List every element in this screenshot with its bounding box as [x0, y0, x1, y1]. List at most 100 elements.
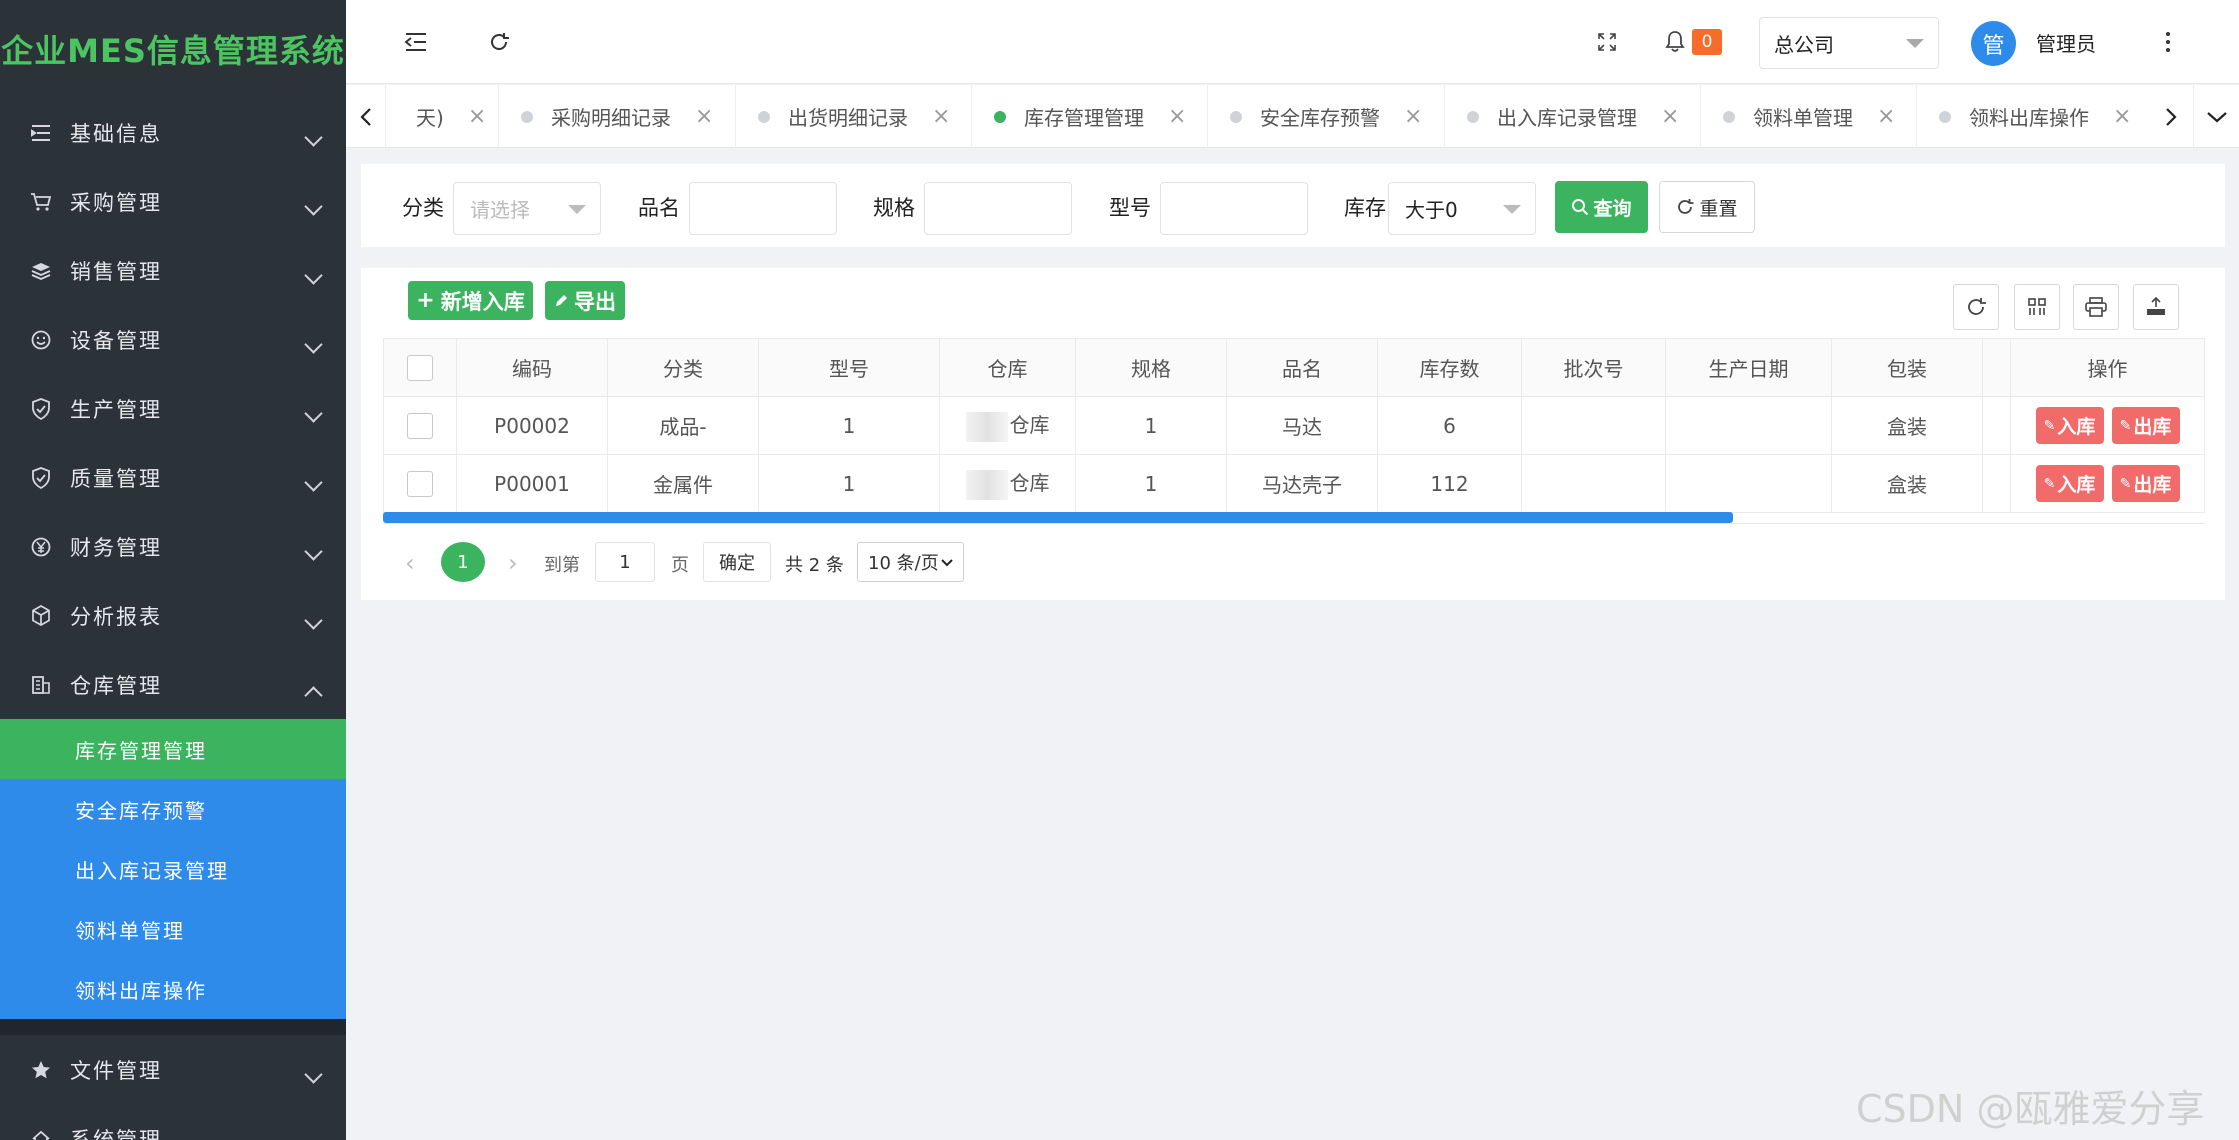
- tab-purchase-detail[interactable]: 采购明细记录 ×: [499, 85, 736, 147]
- column-header[interactable]: 批次号: [1521, 338, 1666, 397]
- refresh-icon[interactable]: [483, 26, 515, 58]
- stock-out-button[interactable]: ✎ 出库: [2111, 407, 2180, 444]
- bell-icon[interactable]: [1659, 26, 1691, 58]
- tab-picking-out[interactable]: 领料出库操作 ×: [1917, 85, 2167, 147]
- category-select[interactable]: 请选择: [453, 182, 601, 235]
- stock-in-button[interactable]: ✎ 入库: [2035, 465, 2104, 502]
- columns-icon[interactable]: [2014, 284, 2060, 330]
- submenu-item-picking-out[interactable]: 领料出库操作: [0, 959, 346, 1019]
- column-header-blank: [1982, 338, 2011, 397]
- submenu-item-safety-stock[interactable]: 安全库存预警: [0, 779, 346, 839]
- close-icon[interactable]: ×: [468, 104, 486, 129]
- next-page-icon[interactable]: ›: [508, 549, 518, 577]
- name-input[interactable]: [689, 182, 837, 235]
- prev-page-icon[interactable]: ‹: [405, 549, 415, 577]
- spec-input[interactable]: [924, 182, 1072, 235]
- sidebar-item-warehouse[interactable]: 仓库管理: [0, 650, 346, 719]
- submenu-item-io-records[interactable]: 出入库记录管理: [0, 839, 346, 899]
- edit-icon: ✎: [2043, 417, 2056, 434]
- stock-out-button[interactable]: ✎ 出库: [2111, 465, 2180, 502]
- print-icon[interactable]: [2073, 284, 2119, 330]
- chevron-up-icon: [304, 685, 323, 705]
- stock-in-button[interactable]: ✎ 入库: [2035, 407, 2104, 444]
- sidebar-item-purchase[interactable]: 采购管理: [0, 167, 346, 236]
- sidebar-item-production[interactable]: 生产管理: [0, 374, 346, 443]
- tabs-scroll-right-icon[interactable]: [2151, 85, 2191, 147]
- column-header[interactable]: 分类: [607, 338, 759, 397]
- cell-actions: ✎ 入库 ✎ 出库: [2010, 454, 2205, 513]
- page-jump-confirm-button[interactable]: 确定: [703, 542, 771, 582]
- column-header[interactable]: 包装: [1831, 338, 1983, 397]
- sidebar-item-basic-info[interactable]: 基础信息: [0, 98, 346, 167]
- column-header[interactable]: 品名: [1226, 338, 1378, 397]
- sidebar-item-reports[interactable]: 分析报表: [0, 581, 346, 650]
- tabs-dropdown-icon[interactable]: [2193, 85, 2239, 147]
- sidebar-item-equipment[interactable]: 设备管理: [0, 305, 346, 374]
- sidebar-item-quality[interactable]: 质量管理: [0, 443, 346, 512]
- plus-icon: +: [416, 288, 435, 313]
- stock-out-label: 出库: [2133, 416, 2172, 438]
- sidebar-item-system[interactable]: 系统管理: [0, 1104, 346, 1140]
- avatar[interactable]: 管: [1971, 21, 2016, 66]
- menu-fold-icon[interactable]: [400, 26, 432, 58]
- username[interactable]: 管理员: [2036, 28, 2096, 57]
- chevron-down-icon: [304, 1064, 323, 1084]
- page-current[interactable]: 1: [441, 542, 485, 582]
- list-icon: [28, 120, 54, 146]
- model-input[interactable]: [1160, 182, 1308, 235]
- table-row[interactable]: P00001 金属件 1 仓库 1 马达壳子 112 盒装 ✎ 入库 ✎ 出库: [383, 454, 2205, 513]
- company-select[interactable]: 总公司: [1759, 17, 1939, 69]
- column-header[interactable]: 生产日期: [1665, 338, 1832, 397]
- tab-dot: [1939, 110, 1951, 123]
- tab-shipment-detail[interactable]: 出货明细记录 ×: [736, 85, 972, 147]
- submenu-item-inventory[interactable]: 库存管理管理: [0, 719, 346, 779]
- row-checkbox[interactable]: [407, 412, 433, 439]
- add-stock-in-button[interactable]: + 新增入库: [408, 281, 533, 320]
- search-icon: [1572, 199, 1589, 216]
- chevron-down-icon: [304, 610, 323, 630]
- horizontal-scrollbar[interactable]: [383, 512, 1733, 523]
- row-checkbox[interactable]: [407, 470, 433, 497]
- sidebar-item-files[interactable]: 文件管理: [0, 1035, 346, 1104]
- close-icon[interactable]: ×: [932, 104, 950, 129]
- redacted-text: [965, 411, 1008, 442]
- tab-label: 库存管理管理: [1024, 106, 1144, 130]
- tab-io-records[interactable]: 出入库记录管理 ×: [1445, 85, 1701, 147]
- close-icon[interactable]: ×: [1168, 104, 1186, 129]
- more-vertical-icon[interactable]: [2156, 26, 2180, 58]
- column-header[interactable]: 库存数: [1377, 338, 1522, 397]
- close-icon[interactable]: ×: [1877, 104, 1895, 129]
- table-row[interactable]: P00002 成品- 1 仓库 1 马达 6 盒装 ✎ 入库 ✎ 出库: [383, 396, 2205, 455]
- cell-warehouse: 仓库: [939, 454, 1076, 513]
- close-icon[interactable]: ×: [1661, 104, 1679, 129]
- tabs-scroll-left-icon[interactable]: [346, 85, 386, 147]
- close-icon[interactable]: ×: [1404, 104, 1422, 129]
- tab-inventory[interactable]: 库存管理管理 ×: [972, 85, 1208, 147]
- tab-partial[interactable]: 天) ×: [406, 85, 499, 147]
- close-icon[interactable]: ×: [695, 104, 713, 129]
- sidebar-item-finance[interactable]: 财务管理: [0, 512, 346, 581]
- column-header[interactable]: 规格: [1075, 338, 1227, 397]
- tab-picking-list[interactable]: 领料单管理 ×: [1701, 85, 1917, 147]
- close-icon[interactable]: ×: [2113, 104, 2131, 129]
- cell-date: [1665, 454, 1832, 513]
- sidebar-item-sales[interactable]: 销售管理: [0, 236, 346, 305]
- stock-select[interactable]: 大于0: [1388, 182, 1536, 235]
- page-size-select[interactable]: 10 条/页: [857, 542, 964, 582]
- cell-code: P00001: [456, 454, 608, 513]
- column-header[interactable]: 仓库: [939, 338, 1076, 397]
- query-button[interactable]: 查询: [1555, 181, 1648, 233]
- column-header[interactable]: 编码: [456, 338, 608, 397]
- tab-safety-stock[interactable]: 安全库存预警 ×: [1208, 85, 1445, 147]
- company-select-value: 总公司: [1774, 32, 1834, 57]
- fullscreen-icon[interactable]: [1591, 26, 1623, 58]
- submenu-item-picking-list[interactable]: 领料单管理: [0, 899, 346, 959]
- table-refresh-icon[interactable]: [1953, 284, 1999, 330]
- export-button[interactable]: 导出: [545, 281, 625, 320]
- export-file-icon[interactable]: [2133, 284, 2179, 330]
- tab-label: 安全库存预警: [1260, 106, 1380, 130]
- column-header[interactable]: 型号: [758, 338, 940, 397]
- select-all-checkbox[interactable]: [407, 354, 433, 381]
- reset-button[interactable]: 重置: [1659, 181, 1755, 233]
- page-jump-input[interactable]: 1: [595, 542, 655, 582]
